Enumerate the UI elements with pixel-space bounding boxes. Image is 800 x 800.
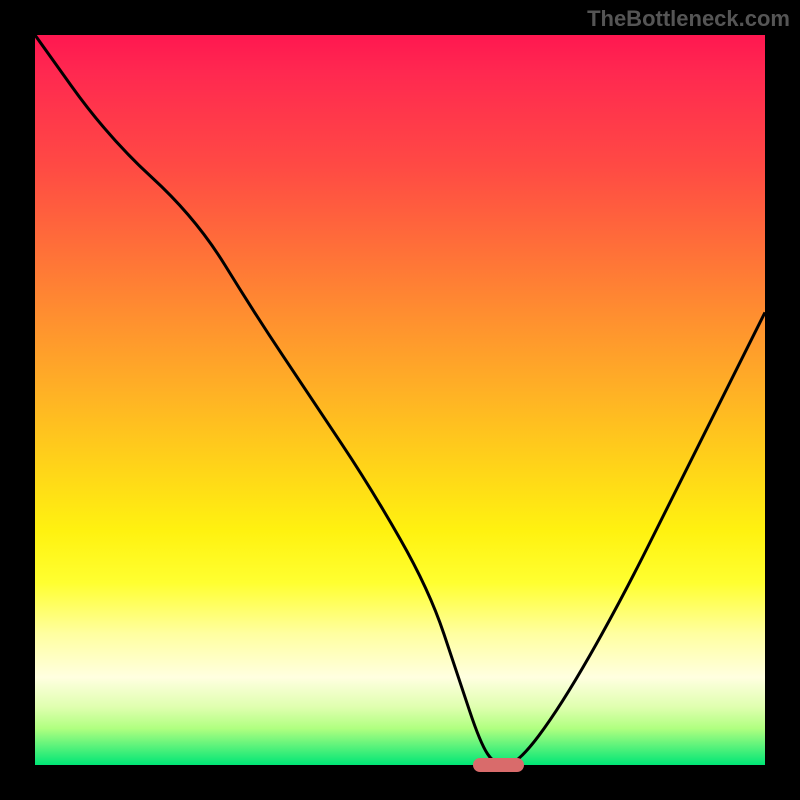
watermark-text: TheBottleneck.com: [587, 6, 790, 32]
plot-area: [35, 35, 765, 765]
bottleneck-curve: [35, 35, 765, 765]
optimal-marker-pill: [473, 758, 524, 772]
curve-svg: [35, 35, 765, 765]
chart-container: TheBottleneck.com: [0, 0, 800, 800]
